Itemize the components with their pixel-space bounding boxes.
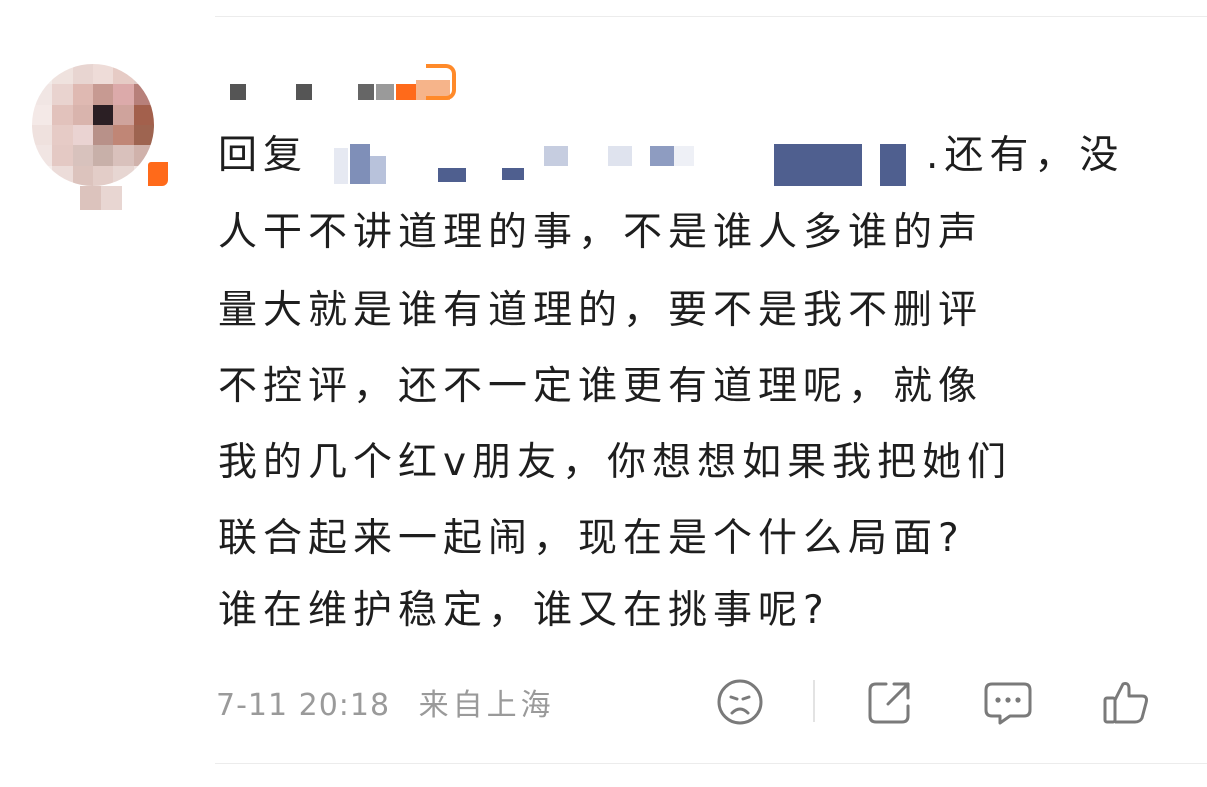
- comment-line-2: 量大就是谁有道理的，要不是我不删评: [218, 288, 984, 333]
- comment-line-4: 我的几个红v朋友，你想想如果我把她们: [218, 440, 1013, 485]
- avatar[interactable]: [32, 64, 168, 210]
- username-mosaic[interactable]: [226, 62, 462, 102]
- comment-location: 来自上海: [418, 688, 555, 723]
- reply-mention-mosaic[interactable]: [334, 140, 924, 190]
- share-button[interactable]: [864, 676, 916, 728]
- reply-prefix: 回复: [218, 133, 309, 178]
- comment-time: 7-11 20:18: [216, 688, 391, 723]
- reply-tail: .还有，没: [926, 130, 1124, 182]
- reply-tail-text: .还有，没: [926, 133, 1125, 178]
- top-divider: [215, 16, 1207, 17]
- comment-line-1: 人干不讲道理的事，不是谁人多谁的声: [218, 210, 984, 255]
- share-icon: [868, 682, 910, 724]
- dislike-button[interactable]: [714, 676, 766, 728]
- avatar-badge: [148, 162, 168, 186]
- comment-line-3: 不控评，还不一定谁更有道理呢，就像: [218, 364, 984, 409]
- reply-line: 回复: [218, 130, 308, 182]
- comment-button[interactable]: [982, 676, 1034, 728]
- avatar-mosaic: [32, 64, 154, 186]
- thumbs-up-icon: [1103, 682, 1148, 724]
- avatar-mosaic-tail: [80, 186, 122, 210]
- sad-face-icon: [717, 679, 763, 725]
- action-separator: [813, 680, 815, 722]
- comment-line-6: 谁在维护稳定，谁又在挑事呢?: [218, 588, 830, 633]
- comment-meta: 7-11 20:18 来自上海: [216, 680, 555, 724]
- like-button[interactable]: [1100, 676, 1152, 728]
- comment-line-5: 联合起来一起闹，现在是个什么局面?: [218, 516, 965, 561]
- comment-icon: [984, 682, 1032, 725]
- bottom-divider: [215, 763, 1207, 764]
